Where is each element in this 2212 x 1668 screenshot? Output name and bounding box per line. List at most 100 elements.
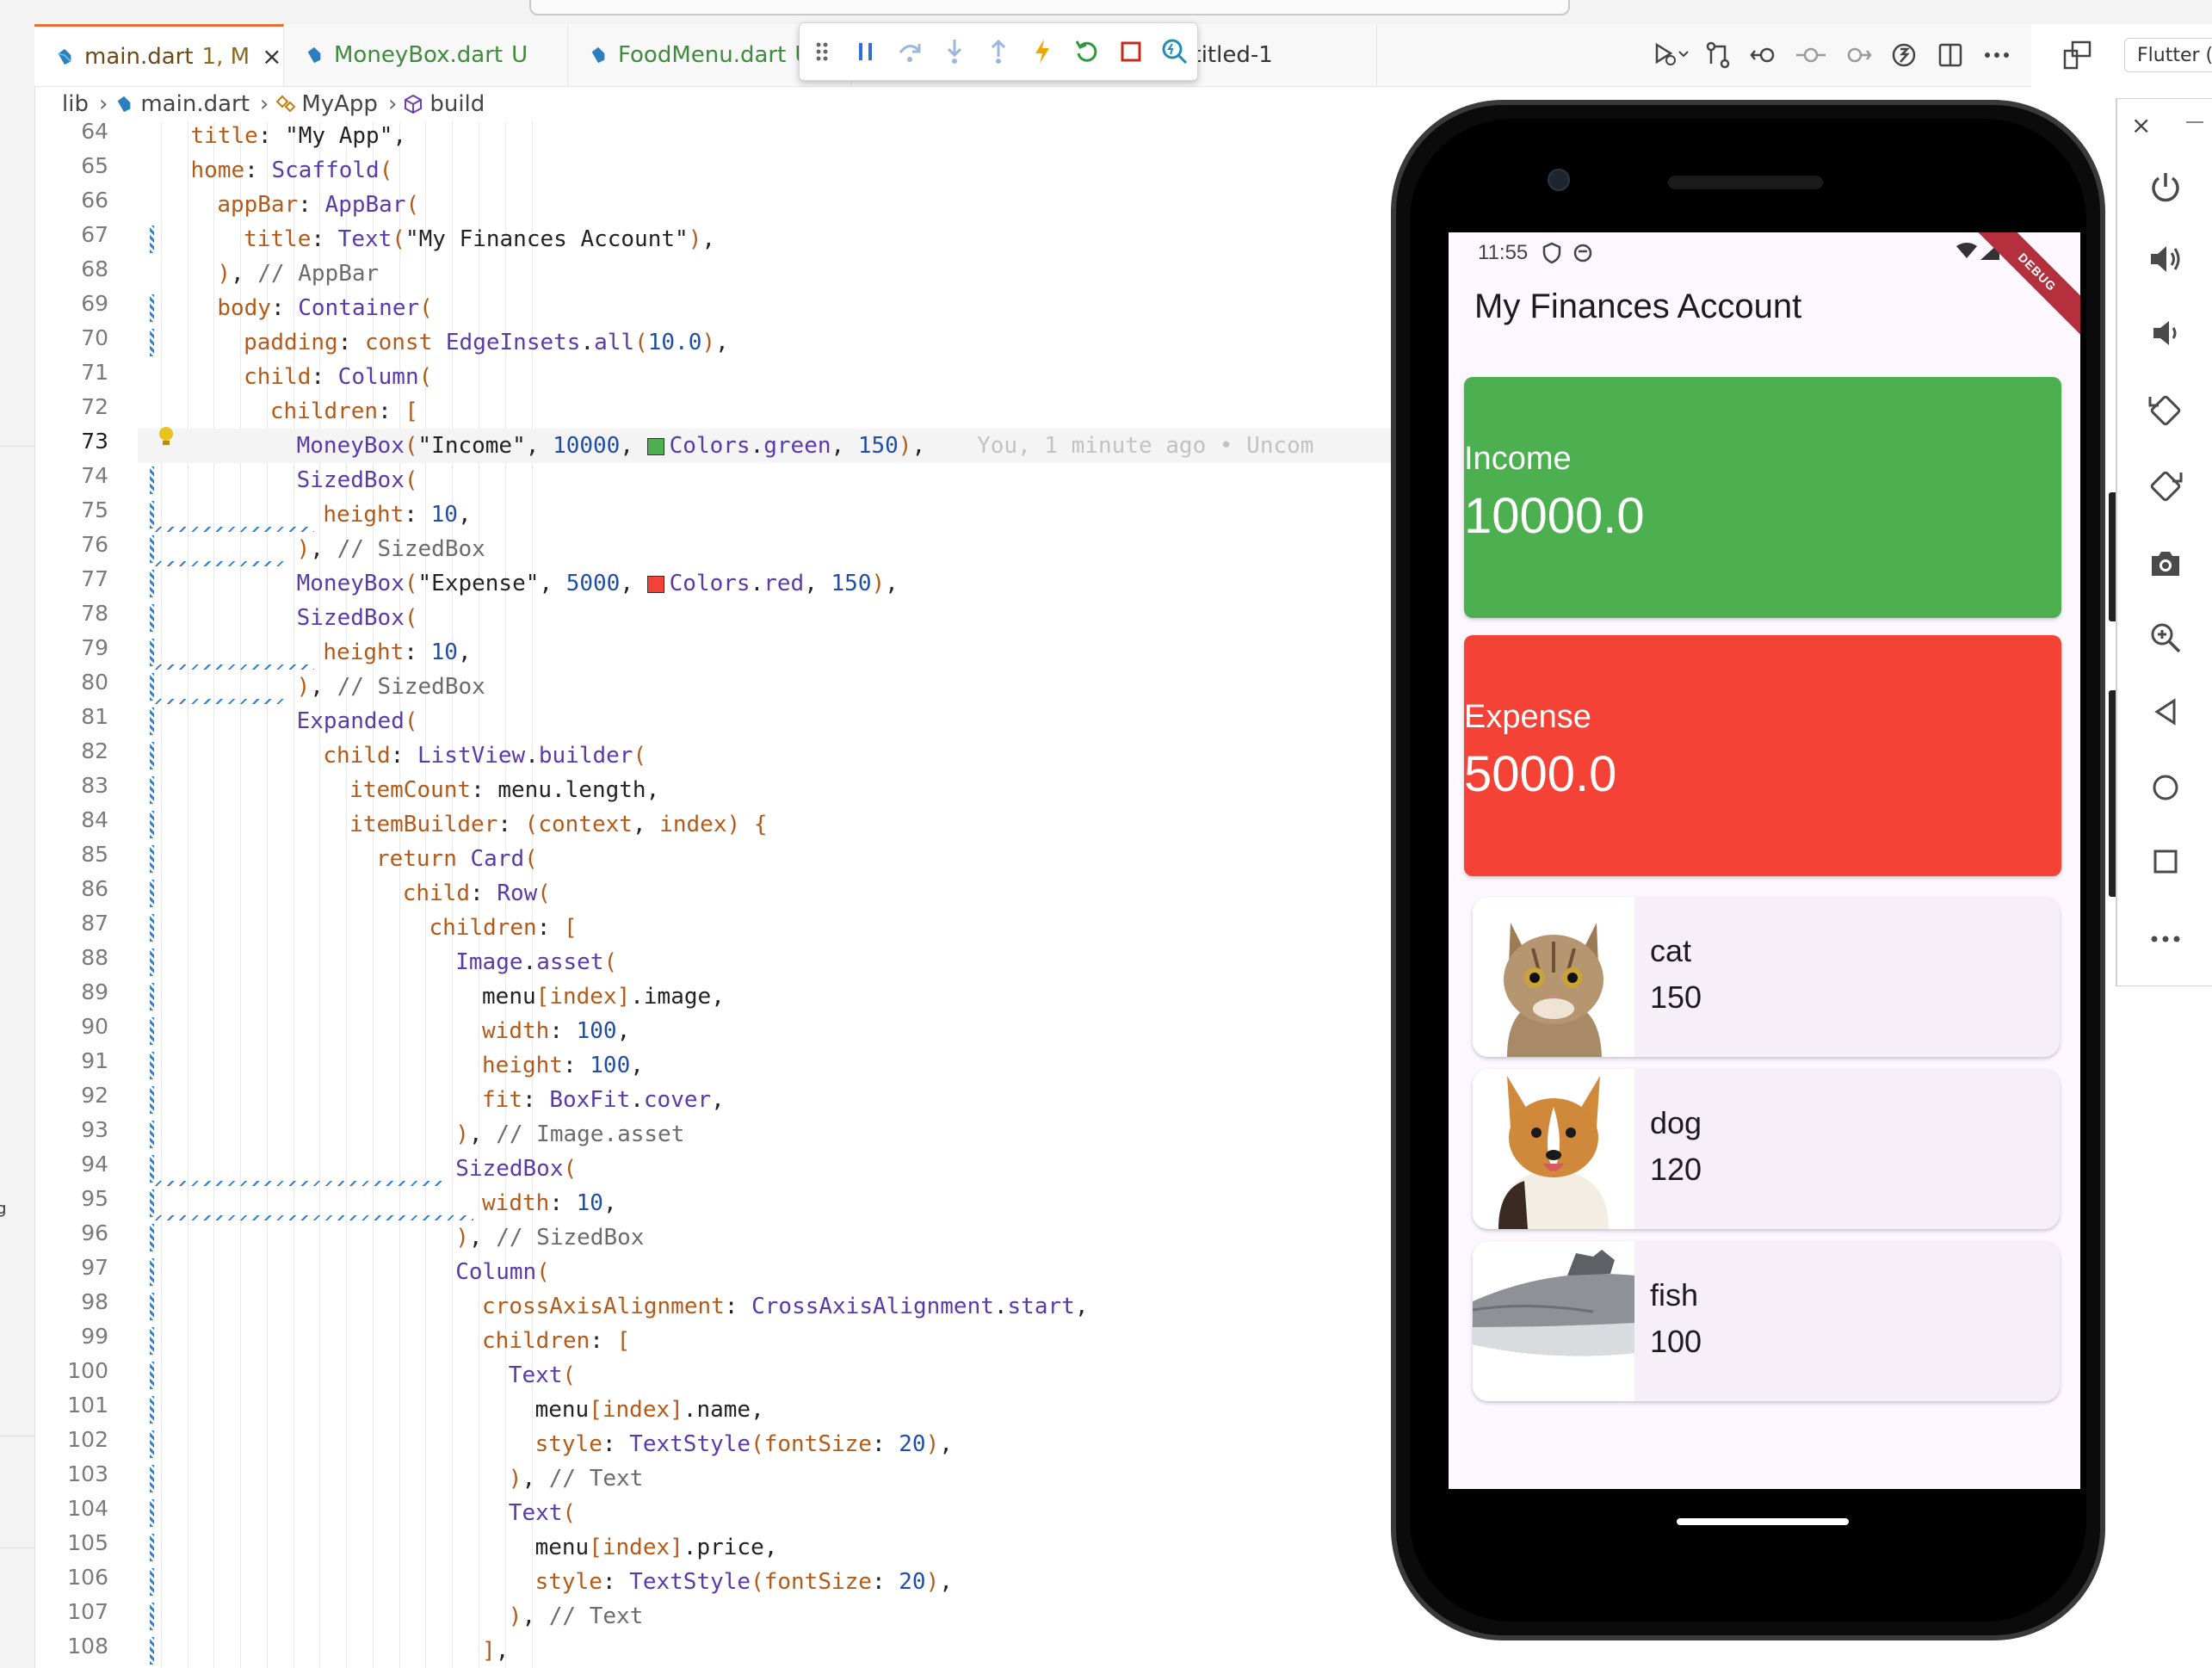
rotate-left-icon[interactable] bbox=[2135, 380, 2197, 442]
code-line[interactable]: width: 10, bbox=[482, 1186, 617, 1220]
step-out-icon[interactable] bbox=[976, 29, 1020, 74]
code-line[interactable]: MoneyBox("Expense", 5000, Colors.red, 15… bbox=[297, 566, 899, 601]
volume-down-icon[interactable] bbox=[2135, 302, 2197, 364]
code-line[interactable]: ), // SizedBox bbox=[297, 532, 485, 566]
code-line[interactable]: height: 10, bbox=[323, 497, 471, 532]
code-line[interactable]: menu[index].price, bbox=[535, 1530, 778, 1565]
code-line[interactable]: children: [ bbox=[429, 911, 577, 945]
close-icon[interactable]: × bbox=[262, 42, 281, 71]
editor-actions bbox=[1648, 34, 2101, 76]
zoom-icon[interactable] bbox=[2135, 607, 2197, 669]
home-indicator[interactable] bbox=[1677, 1518, 1849, 1525]
code-line[interactable]: appBar: AppBar( bbox=[217, 188, 419, 222]
stop-icon[interactable] bbox=[1109, 29, 1152, 74]
more-icon[interactable] bbox=[2135, 908, 2197, 970]
device-icon[interactable] bbox=[2054, 34, 2101, 76]
menu-card-dog[interactable]: dog 120 bbox=[1473, 1069, 2060, 1229]
code-line[interactable]: children: [ bbox=[270, 394, 418, 429]
breadcrumb-method[interactable]: build bbox=[429, 91, 485, 117]
menu-card-cat[interactable]: cat 150 bbox=[1473, 897, 2060, 1057]
power-icon[interactable] bbox=[2135, 156, 2197, 218]
step-over-icon[interactable] bbox=[888, 29, 932, 74]
menu-item-price: 150 bbox=[1650, 979, 1702, 1015]
command-center[interactable] bbox=[529, 0, 1570, 15]
code-line[interactable]: height: 100, bbox=[482, 1048, 644, 1083]
devtools-search-icon[interactable] bbox=[1153, 29, 1197, 74]
code-line[interactable]: child: ListView.builder( bbox=[323, 738, 646, 773]
tab-main-dart[interactable]: main.dart 1, M × bbox=[34, 24, 284, 86]
more-actions-icon[interactable] bbox=[1974, 34, 2020, 76]
code-line[interactable]: Image.asset( bbox=[455, 945, 617, 979]
home-icon[interactable] bbox=[2135, 757, 2197, 819]
line-number: 64 bbox=[81, 119, 108, 144]
lightbulb-icon[interactable] bbox=[157, 425, 176, 448]
code-line[interactable]: SizedBox( bbox=[297, 601, 418, 635]
minimize-icon[interactable] bbox=[2186, 121, 2203, 123]
hot-reload-icon[interactable] bbox=[1021, 29, 1065, 74]
code-line[interactable]: home: Scaffold( bbox=[191, 153, 393, 188]
code-line[interactable]: Text( bbox=[509, 1358, 576, 1393]
overview-icon[interactable] bbox=[2135, 831, 2197, 893]
split-editor-icon[interactable] bbox=[1927, 34, 1974, 76]
camera-icon[interactable] bbox=[2135, 533, 2197, 595]
phone-screen[interactable]: 11:55 DEBUG My Finances Account Income 1… bbox=[1449, 232, 2080, 1489]
code-line[interactable]: fit: BoxFit.cover, bbox=[482, 1083, 725, 1117]
breadcrumb-file[interactable]: main.dart bbox=[140, 91, 250, 117]
code-line[interactable]: ), // SizedBox bbox=[297, 670, 485, 704]
code-line[interactable]: padding: const EdgeInsets.all(10.0), bbox=[244, 325, 729, 360]
drag-handle-icon[interactable] bbox=[800, 29, 843, 74]
code-line[interactable]: ), // SizedBox bbox=[455, 1220, 644, 1255]
source-control-icon[interactable] bbox=[1695, 34, 1741, 76]
code-line[interactable]: ), // Text bbox=[509, 1461, 644, 1496]
pause-icon[interactable] bbox=[843, 29, 887, 74]
breadcrumb: lib › main.dart › MyApp › build bbox=[34, 86, 1412, 122]
sidebar-fragment: g bbox=[0, 1200, 7, 1218]
code-line[interactable]: SizedBox( bbox=[297, 463, 418, 497]
timeline-icon[interactable] bbox=[1788, 34, 1834, 76]
code-line[interactable]: itemBuilder: (context, index) { bbox=[349, 807, 767, 842]
code-line[interactable]: ), // Image.asset bbox=[455, 1117, 684, 1152]
run-debug-icon[interactable] bbox=[1648, 34, 1695, 76]
code-line[interactable]: Expanded( bbox=[297, 704, 418, 738]
flutter-panel-button[interactable]: Flutter (I bbox=[2124, 38, 2212, 72]
back-icon[interactable] bbox=[2135, 681, 2197, 743]
money-box-expense: Expense 5000.0 bbox=[1464, 635, 2061, 876]
timeline-forward-icon[interactable] bbox=[1834, 34, 1881, 76]
code-line[interactable]: body: Container( bbox=[217, 291, 432, 325]
code-line[interactable]: itemCount: menu.length, bbox=[349, 773, 659, 807]
code-line[interactable]: menu[index].name, bbox=[535, 1393, 764, 1427]
step-into-icon[interactable] bbox=[932, 29, 976, 74]
code-line[interactable]: ], bbox=[482, 1634, 509, 1668]
code-line[interactable]: child: Row( bbox=[403, 876, 551, 911]
code-line[interactable]: style: TextStyle(fontSize: 20), bbox=[535, 1565, 953, 1599]
restart-icon[interactable] bbox=[1065, 29, 1109, 74]
code-line[interactable]: height: 10, bbox=[323, 635, 471, 670]
code-line[interactable]: child: Column( bbox=[244, 360, 432, 394]
inspect-widget-icon[interactable] bbox=[1881, 34, 1927, 76]
line-number: 89 bbox=[81, 979, 108, 1004]
code-line[interactable]: menu[index].image, bbox=[482, 979, 725, 1014]
code-line[interactable]: ), // Text bbox=[509, 1599, 644, 1634]
code-line[interactable]: children: [ bbox=[482, 1324, 630, 1358]
rotate-right-icon[interactable] bbox=[2135, 455, 2197, 517]
breadcrumb-folder[interactable]: lib bbox=[62, 91, 89, 117]
code-editor[interactable]: title: "My App", home: Scaffold(appBar: A… bbox=[138, 122, 1403, 1668]
code-line[interactable]: return Card( bbox=[376, 842, 538, 876]
code-line[interactable]: Text( bbox=[509, 1496, 576, 1530]
code-line[interactable]: SizedBox( bbox=[455, 1152, 577, 1186]
volume-up-icon[interactable] bbox=[2135, 228, 2197, 290]
code-line[interactable]: MoneyBox("Income", 10000, Colors.green, … bbox=[297, 429, 1314, 463]
code-line[interactable]: ), // AppBar bbox=[217, 256, 379, 291]
lint-warning-underline bbox=[155, 664, 315, 670]
close-icon[interactable]: × bbox=[2131, 111, 2151, 139]
code-line[interactable]: title: "My App", bbox=[191, 122, 406, 153]
code-line[interactable]: width: 100, bbox=[482, 1014, 630, 1048]
code-line[interactable]: style: TextStyle(fontSize: 20), bbox=[535, 1427, 953, 1461]
code-line[interactable]: title: Text("My Finances Account"), bbox=[244, 222, 715, 256]
timeline-back-icon[interactable] bbox=[1741, 34, 1788, 76]
code-line[interactable]: Column( bbox=[455, 1255, 550, 1289]
code-line[interactable]: crossAxisAlignment: CrossAxisAlignment.s… bbox=[482, 1289, 1088, 1324]
breadcrumb-class[interactable]: MyApp bbox=[301, 91, 378, 117]
tab-moneybox-dart[interactable]: MoneyBox.dart U bbox=[284, 24, 568, 86]
menu-card-fish[interactable]: fish 100 bbox=[1473, 1241, 2060, 1401]
